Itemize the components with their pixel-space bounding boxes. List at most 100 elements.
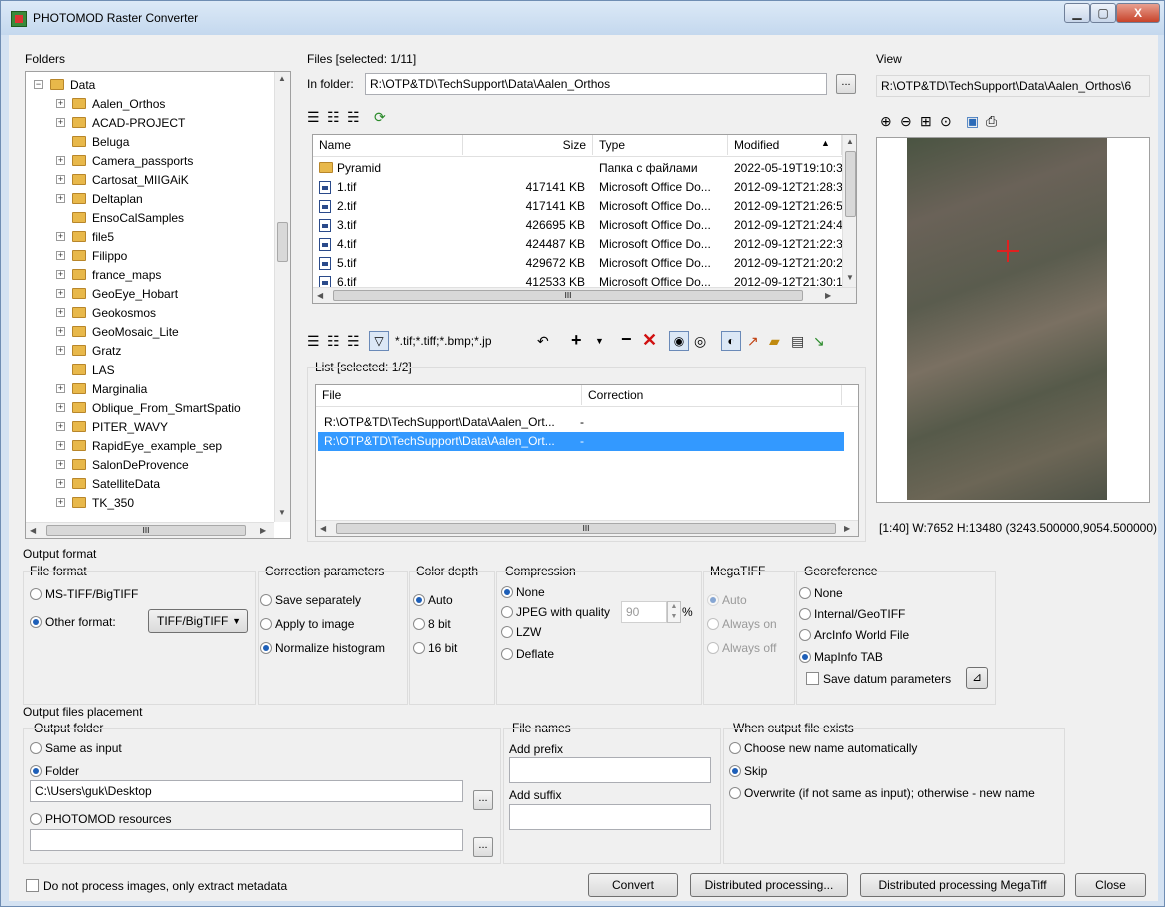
- folder-radio-label[interactable]: Folder: [45, 764, 79, 778]
- output-folder-browse-button[interactable]: ...: [473, 790, 493, 810]
- geo-arcinfo-label[interactable]: ArcInfo World File: [814, 628, 909, 642]
- hscroll-thumb[interactable]: III: [46, 525, 246, 536]
- files-row[interactable]: 2.tif 417141 KB Microsoft Office Do... 2012…: [313, 197, 842, 216]
- files-column-header[interactable]: Size: [463, 135, 593, 155]
- zoom-actual-icon[interactable]: ⊙: [940, 113, 952, 129]
- expand-icon[interactable]: +: [56, 175, 65, 184]
- geo-mapinfo-label[interactable]: MapInfo TAB: [814, 650, 883, 664]
- files-column-header[interactable]: Type: [593, 135, 728, 155]
- view-image[interactable]: [876, 137, 1150, 503]
- expand-icon[interactable]: +: [56, 308, 65, 317]
- tree-item[interactable]: + Oblique_From_SmartSpatio: [26, 399, 274, 418]
- megatiff-auto-label[interactable]: Auto: [722, 593, 747, 607]
- folder-tree-hscroll[interactable]: ◀ III ▶: [26, 522, 274, 538]
- list-details-view-icon[interactable]: ☷: [327, 333, 340, 349]
- tree-item[interactable]: + Geokosmos: [26, 304, 274, 323]
- save-datum-checkbox[interactable]: [806, 672, 819, 685]
- tree-item[interactable]: Beluga: [26, 133, 274, 152]
- apply-to-image-label[interactable]: Apply to image: [275, 617, 354, 631]
- megatiff-on-radio[interactable]: [707, 618, 719, 630]
- tree-item[interactable]: − Data: [26, 76, 274, 95]
- normalize-histogram-radio[interactable]: [260, 642, 272, 654]
- list-scroll-right-icon[interactable]: ▶: [844, 524, 850, 533]
- tree-item[interactable]: EnsoCalSamples: [26, 209, 274, 228]
- depth-16-radio[interactable]: [413, 642, 425, 654]
- geo-internal-radio[interactable]: [799, 608, 811, 620]
- list-column-header[interactable]: Correction: [582, 385, 842, 405]
- compression-deflate-radio[interactable]: [501, 648, 513, 660]
- close-button[interactable]: Close: [1075, 873, 1146, 897]
- expand-icon[interactable]: +: [56, 441, 65, 450]
- expand-icon[interactable]: +: [56, 346, 65, 355]
- normalize-histogram-label[interactable]: Normalize histogram: [275, 641, 385, 655]
- list-hscroll-thumb[interactable]: III: [336, 523, 836, 534]
- list-list-view-icon[interactable]: ☰: [307, 333, 320, 349]
- remove-icon[interactable]: −: [621, 330, 632, 348]
- folder-tree-vscroll[interactable]: ▲ ▼: [274, 72, 290, 522]
- ms-tiff-radio[interactable]: [30, 588, 42, 600]
- megatiff-on-label[interactable]: Always on: [722, 617, 777, 631]
- depth-auto-label[interactable]: Auto: [428, 593, 453, 607]
- tree-item[interactable]: + PITER_WAVY: [26, 418, 274, 437]
- distributed-megatiff-button[interactable]: Distributed processing MegaTiff: [860, 873, 1065, 897]
- details-view-icon[interactable]: ☷: [327, 109, 340, 125]
- list-view-icon[interactable]: ☰: [307, 109, 320, 125]
- compression-lzw-radio[interactable]: [501, 626, 513, 638]
- scroll-thumb[interactable]: [277, 222, 288, 262]
- save-separately-label[interactable]: Save separately: [275, 593, 361, 607]
- zoom-in-icon[interactable]: ⊕: [880, 113, 892, 129]
- scroll-down-arrow-icon[interactable]: ▼: [278, 508, 286, 517]
- metadata-only-label[interactable]: Do not process images, only extract meta…: [43, 879, 287, 893]
- tree-item[interactable]: + Marginalia: [26, 380, 274, 399]
- tree-item[interactable]: + file5: [26, 228, 274, 247]
- choose-new-name-radio[interactable]: [729, 742, 741, 754]
- resources-input[interactable]: [30, 829, 463, 851]
- geo-none-label[interactable]: None: [814, 586, 843, 600]
- files-scroll-down-icon[interactable]: ▼: [846, 273, 854, 282]
- expand-icon[interactable]: +: [56, 327, 65, 336]
- minimize-button[interactable]: ▁: [1064, 3, 1090, 23]
- geo-mapinfo-radio[interactable]: [799, 651, 811, 663]
- depth-8-label[interactable]: 8 bit: [428, 617, 451, 631]
- zoom-fit-icon[interactable]: ⊞: [920, 113, 932, 129]
- expand-icon[interactable]: +: [56, 460, 65, 469]
- expand-icon[interactable]: +: [56, 251, 65, 260]
- tree-item[interactable]: + RapidEye_example_sep: [26, 437, 274, 456]
- expand-icon[interactable]: +: [56, 194, 65, 203]
- curve-icon[interactable]: ↗: [747, 333, 759, 349]
- files-row[interactable]: 1.tif 417141 KB Microsoft Office Do... 2012…: [313, 178, 842, 197]
- compression-jpeg-radio[interactable]: [501, 606, 513, 618]
- tree-item[interactable]: + Gratz: [26, 342, 274, 361]
- files-table[interactable]: Name Size Type Modified ▲ Pyramid Папка с фай…: [312, 134, 857, 304]
- columns-view-icon[interactable]: ☵: [347, 109, 360, 125]
- files-hscroll[interactable]: ◀ III ▶: [313, 287, 856, 303]
- files-vscroll[interactable]: ▲ ▼: [842, 135, 856, 287]
- tree-item[interactable]: + Cartosat_MIIGAiK: [26, 171, 274, 190]
- expand-icon[interactable]: +: [56, 232, 65, 241]
- list-column-header[interactable]: File: [316, 385, 582, 405]
- datum-settings-icon[interactable]: ⊿: [966, 667, 988, 689]
- print-icon[interactable]: ⎙: [986, 113, 997, 129]
- output-folder-input[interactable]: C:\Users\guk\Desktop: [30, 780, 463, 802]
- compression-lzw-label[interactable]: LZW: [516, 625, 541, 639]
- save-icon[interactable]: ▤: [791, 333, 804, 349]
- tree-item[interactable]: + TK_350: [26, 494, 274, 513]
- folder-radio[interactable]: [30, 765, 42, 777]
- files-hscroll-thumb[interactable]: III: [333, 290, 803, 301]
- undo-filter-icon[interactable]: ↶: [537, 333, 549, 349]
- choose-new-name-label[interactable]: Choose new name automatically: [744, 741, 917, 755]
- arrow-down-right-icon[interactable]: ↘: [813, 333, 825, 349]
- photomod-resources-label[interactable]: PHOTOMOD resources: [45, 812, 171, 826]
- files-row[interactable]: Pyramid Папка с файлами 2022-05-19T19:10:3: [313, 159, 842, 178]
- geo-none-radio[interactable]: [799, 587, 811, 599]
- delete-icon[interactable]: ✕: [642, 331, 657, 349]
- geo-internal-label[interactable]: Internal/GeoTIFF: [814, 607, 905, 621]
- geo-arcinfo-radio[interactable]: [799, 629, 811, 641]
- metadata-only-checkbox[interactable]: [26, 879, 39, 892]
- list-row[interactable]: R:\OTP&TD\TechSupport\Data\Aalen_Ort... -: [318, 413, 844, 432]
- tree-item[interactable]: + france_maps: [26, 266, 274, 285]
- distributed-processing-button[interactable]: Distributed processing...: [690, 873, 848, 897]
- scroll-left-arrow-icon[interactable]: ◀: [30, 526, 36, 535]
- depth-auto-radio[interactable]: [413, 594, 425, 606]
- tree-item[interactable]: + SalonDeProvence: [26, 456, 274, 475]
